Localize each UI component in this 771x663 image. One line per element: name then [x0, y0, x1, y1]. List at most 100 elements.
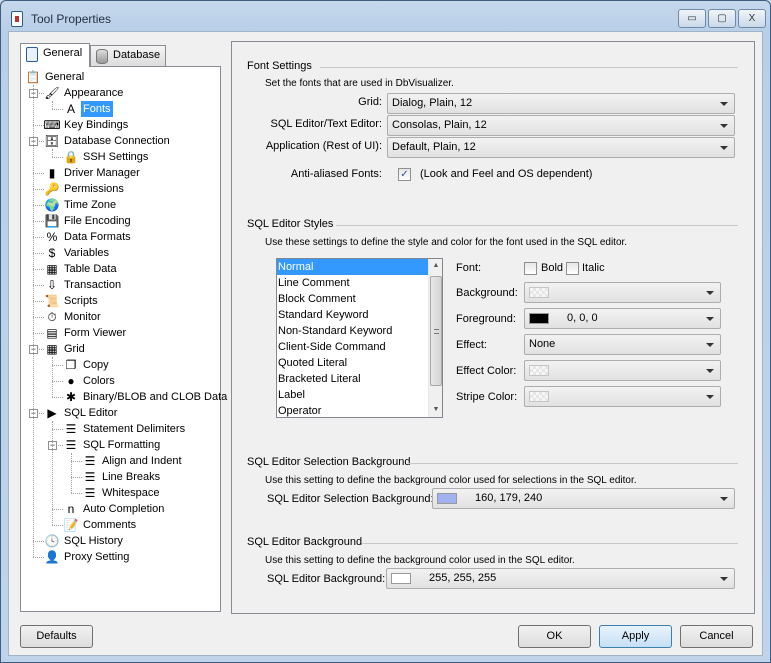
- effect-label: Effect:: [456, 339, 487, 351]
- tree-connector: [52, 157, 63, 158]
- tree-item-label: Monitor: [64, 311, 101, 323]
- format-icon: ☰: [84, 454, 96, 468]
- selection-bg-select[interactable]: 160, 179, 240: [432, 488, 735, 509]
- tree-item-label: Align and Indent: [102, 455, 182, 467]
- bold-label: Bold: [541, 262, 564, 274]
- minimize-icon: ▭: [687, 13, 697, 24]
- background-color-select[interactable]: [524, 282, 721, 303]
- stripe-color-select[interactable]: [524, 386, 721, 407]
- variable-icon: $: [48, 246, 56, 260]
- tree-connector: [52, 365, 63, 366]
- effect-select[interactable]: None: [524, 334, 721, 355]
- font-icon: A: [66, 102, 75, 116]
- application-font-select[interactable]: Default, Plain, 12: [387, 137, 735, 158]
- tree-item-label: Binary/BLOB and CLOB Data: [83, 391, 228, 403]
- chevron-down-icon: [720, 497, 728, 501]
- apply-button[interactable]: Apply: [599, 625, 672, 648]
- editor-bg-value: 255, 255, 255: [429, 572, 497, 584]
- tree-connector: [33, 301, 44, 302]
- style-list-item[interactable]: Client-Side Command: [277, 339, 429, 355]
- defaults-button[interactable]: Defaults: [20, 625, 93, 648]
- style-list-item[interactable]: Line Comment: [277, 275, 429, 291]
- tab-label: General: [43, 47, 83, 59]
- maximize-button[interactable]: ▢: [708, 9, 736, 28]
- color-swatch: [529, 287, 549, 298]
- scroll-down-icon[interactable]: ▼: [429, 403, 443, 417]
- tab-general[interactable]: General: [20, 43, 90, 67]
- chevron-down-icon: [706, 317, 714, 321]
- style-list-item[interactable]: Non-Standard Keyword: [277, 323, 429, 339]
- tree-connector: [52, 509, 63, 510]
- grip-icon: [434, 329, 439, 334]
- sql-editor-font-select[interactable]: Consolas, Plain, 12: [387, 115, 735, 136]
- dialog-content: General Database 📋 General 🖌 Appearance − A Fo…: [8, 31, 763, 656]
- close-button[interactable]: X: [738, 9, 766, 28]
- tree-item-label: Colors: [83, 375, 115, 387]
- bold-checkbox[interactable]: [524, 262, 537, 275]
- tree-connector: [52, 101, 53, 109]
- minimize-button[interactable]: ▭: [678, 9, 706, 28]
- color-wheel-icon: ●: [67, 374, 75, 388]
- style-list-item[interactable]: Label: [277, 387, 429, 403]
- percent-icon: %: [46, 230, 58, 244]
- tree-item-label: Statement Delimiters: [83, 423, 186, 435]
- tree-connector: [33, 333, 44, 334]
- tree-connector: [71, 453, 72, 493]
- color-swatch: [529, 391, 549, 402]
- sql-styles-title: SQL Editor Styles: [247, 218, 334, 230]
- foreground-color-select[interactable]: 0, 0, 0: [524, 308, 721, 329]
- selection-bg-description: Use this setting to define the backgroun…: [265, 475, 637, 486]
- tree-connector: [33, 317, 44, 318]
- style-list-item[interactable]: Standard Keyword: [277, 307, 429, 323]
- editor-bg-title: SQL Editor Background: [247, 536, 363, 548]
- tree-item-label: Transaction: [64, 279, 122, 291]
- tree-connector: [52, 381, 63, 382]
- tree-item-label: Auto Completion: [83, 503, 165, 515]
- tree-connector: [33, 189, 44, 190]
- selection-bg-title: SQL Editor Selection Background: [247, 456, 411, 468]
- style-list-item[interactable]: Block Comment: [277, 291, 429, 307]
- clipboard-icon: [26, 47, 38, 62]
- floppy-icon: 💾: [44, 214, 60, 228]
- tree-connector: [33, 253, 44, 254]
- effect-value: None: [529, 338, 556, 350]
- database-icon: [96, 49, 108, 64]
- style-list-item[interactable]: Operator: [277, 403, 429, 419]
- style-list-item[interactable]: Normal: [277, 259, 429, 275]
- tree-item-label: Grid: [64, 343, 85, 355]
- italic-checkbox[interactable]: [566, 262, 579, 275]
- style-list-scrollbar[interactable]: ▲ ▼: [428, 259, 442, 417]
- tree-item-label: Copy: [83, 359, 109, 371]
- tree-connector: [33, 85, 34, 557]
- tab-database[interactable]: Database: [90, 45, 166, 66]
- driver-icon: ▮: [48, 166, 56, 180]
- tab-label: Database: [113, 49, 161, 61]
- transaction-icon: ⇩: [46, 278, 58, 292]
- effect-color-select[interactable]: [524, 360, 721, 381]
- history-icon: 🕓: [44, 534, 60, 548]
- editor-bg-select[interactable]: 255, 255, 255: [386, 568, 735, 589]
- chevron-down-icon: [706, 395, 714, 399]
- tree-item-label: SSH Settings: [83, 151, 149, 163]
- database-icon: 🗄: [44, 134, 60, 148]
- grid-font-value: Dialog, Plain, 12: [392, 97, 473, 109]
- clipboard-icon: 📋: [25, 70, 41, 84]
- scroll-up-icon[interactable]: ▲: [429, 259, 443, 273]
- style-list-item[interactable]: Bracketed Literal: [277, 371, 429, 387]
- tree-item-label: Table Data: [64, 263, 117, 275]
- window-title: Tool Properties: [31, 12, 112, 26]
- tree-item-label: Comments: [83, 519, 137, 531]
- grid-font-label: Grid:: [358, 96, 382, 108]
- tree-item-label: Fonts: [81, 101, 113, 117]
- ok-button[interactable]: OK: [518, 625, 591, 648]
- cancel-button[interactable]: Cancel: [680, 625, 753, 648]
- format-icon: ☰: [65, 438, 77, 452]
- settings-panel: Font Settings Set the fonts that are use…: [231, 41, 755, 614]
- tree-connector: [71, 477, 82, 478]
- scroll-thumb[interactable]: [430, 276, 442, 386]
- note-icon: 📝: [63, 518, 79, 532]
- style-list[interactable]: Normal Line Comment Block Comment Standard …: [276, 258, 443, 418]
- antialias-checkbox[interactable]: ✓: [398, 168, 411, 181]
- grid-font-select[interactable]: Dialog, Plain, 12: [387, 93, 735, 114]
- style-list-item[interactable]: Quoted Literal: [277, 355, 429, 371]
